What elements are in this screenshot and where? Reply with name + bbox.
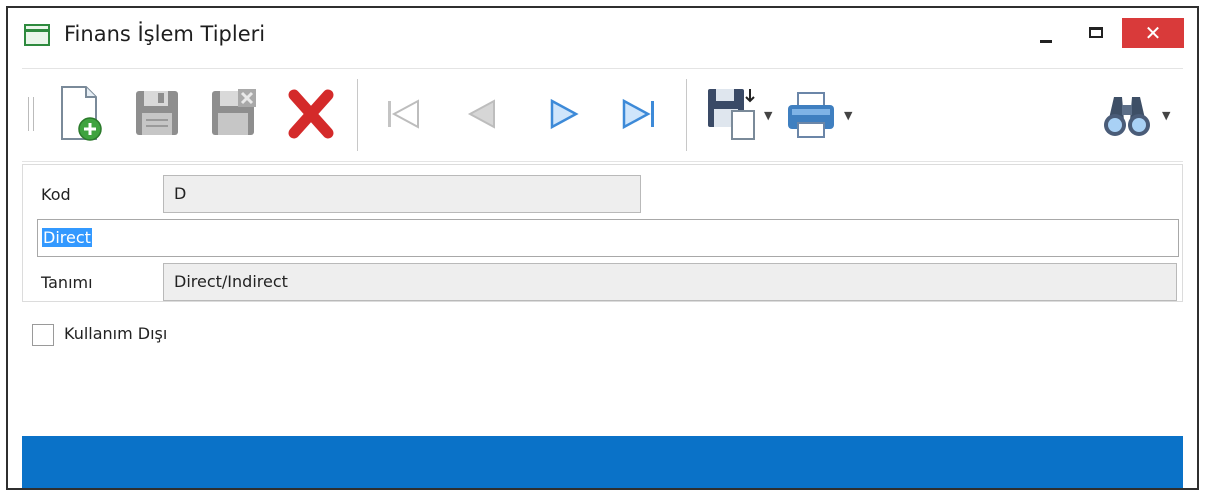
previous-record-icon [467,99,495,129]
binoculars-icon [1104,97,1150,136]
next-record-button[interactable] [534,83,592,145]
print-dropdown-arrow[interactable]: ▼ [844,109,852,122]
status-bar [22,436,1183,488]
window-app-icon [24,24,50,46]
tanim-label: Tanımı [41,273,93,292]
title-bar[interactable]: Finans İşlem Tipleri ✕ [8,8,1197,64]
toolbar-separator [686,79,687,151]
new-document-icon [61,86,102,141]
save-icon [136,91,178,135]
minimize-icon [1040,40,1052,43]
export-button[interactable] [702,83,760,145]
close-button[interactable]: ✕ [1122,18,1184,48]
export-icon [708,89,755,140]
toolbar-separator [357,79,358,151]
first-record-button[interactable] [374,83,432,145]
new-record-button[interactable] [50,83,108,145]
kod-label: Kod [41,185,71,204]
window-title: Finans İşlem Tipleri [64,22,266,46]
search-button[interactable] [1098,83,1156,145]
inactive-checkbox[interactable] [32,324,54,346]
inline-edit-field[interactable]: Direct [37,219,1179,257]
save-close-button[interactable] [204,83,262,145]
inactive-label[interactable]: Kullanım Dışı [64,324,167,343]
save-close-icon [212,89,256,135]
delete-icon [288,89,334,139]
last-record-button[interactable] [610,83,668,145]
save-button[interactable] [128,83,186,145]
finance-transaction-types-window: Finans İşlem Tipleri ✕ ▼ ▼ ▼ Kod D Direc… [6,6,1199,490]
maximize-button[interactable] [1078,18,1114,48]
form-panel: Kod D Direct Tanımı Direct/Indirect [22,164,1183,302]
minimize-button[interactable] [1028,18,1064,48]
first-record-icon [388,99,419,129]
delete-button[interactable] [282,83,340,145]
toolbar: ▼ ▼ ▼ [22,68,1183,162]
search-dropdown-arrow[interactable]: ▼ [1162,109,1170,122]
selected-text: Direct [42,228,92,247]
export-dropdown-arrow[interactable]: ▼ [764,109,772,122]
printer-icon [788,92,834,138]
last-record-icon [622,98,654,130]
maximize-icon [1089,27,1103,38]
previous-record-button[interactable] [452,83,510,145]
toolbar-grip[interactable] [28,97,34,131]
next-record-icon [550,98,579,130]
tanim-field[interactable]: Direct/Indirect [163,263,1177,301]
print-button[interactable] [782,83,840,145]
kod-field[interactable]: D [163,175,641,213]
